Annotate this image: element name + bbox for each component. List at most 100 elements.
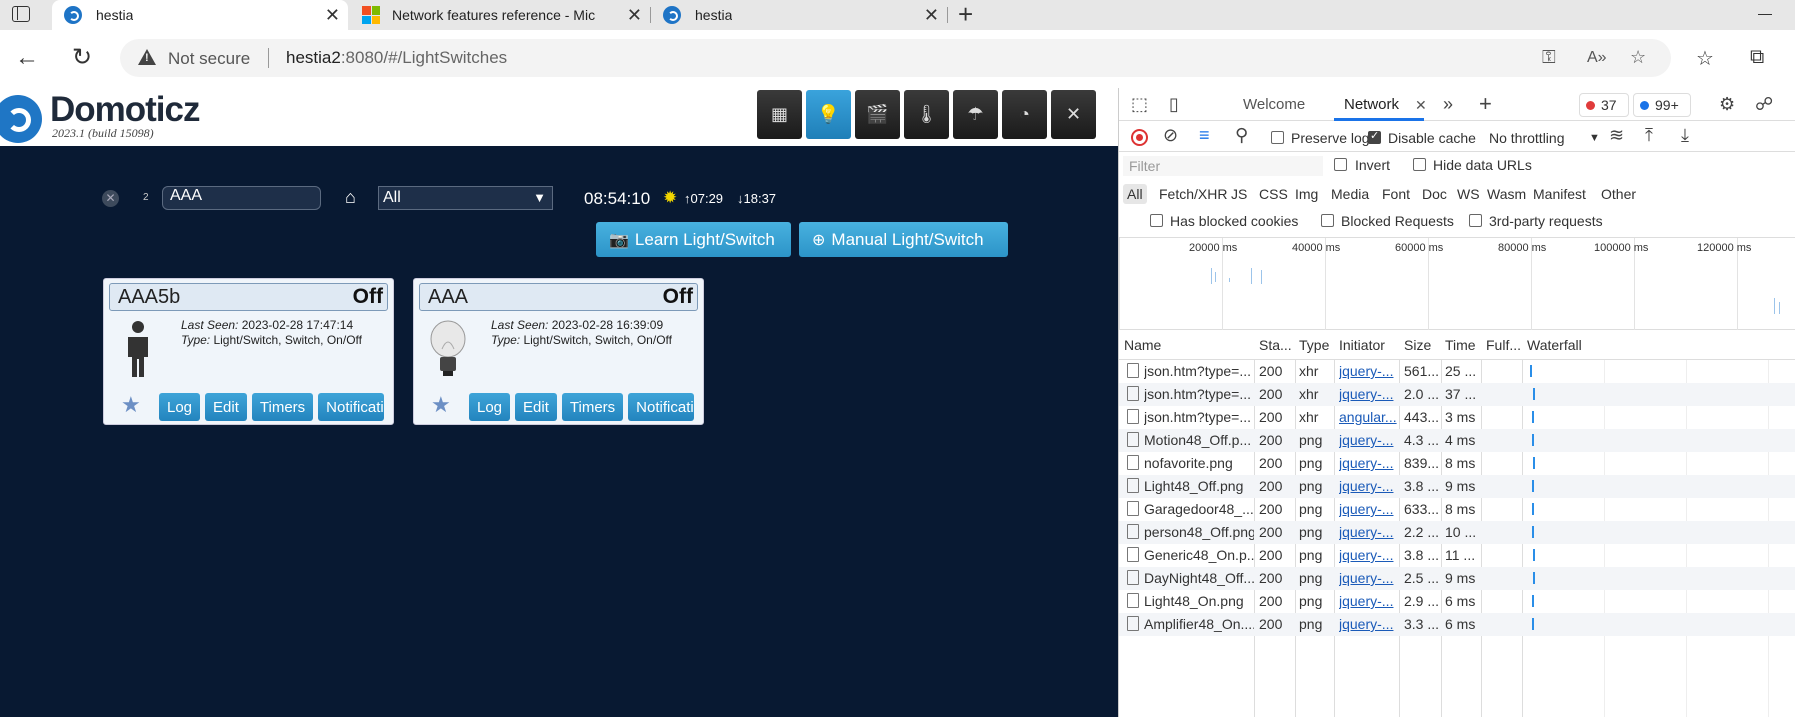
temperature-icon[interactable]: 🌡 (904, 90, 949, 139)
table-row[interactable]: DayNight48_Off.... 200 png jquery-... 2.5 ..… (1119, 567, 1795, 590)
security-indicator[interactable]: Not secure (168, 49, 250, 69)
type-filter-all[interactable]: All (1123, 184, 1147, 204)
close-icon[interactable]: ✕ (924, 5, 939, 25)
request-initiator[interactable]: jquery-... (1339, 570, 1397, 586)
disable-cache-checkbox[interactable] (1368, 129, 1381, 144)
utility-icon[interactable]: ◔ (1002, 90, 1047, 139)
notifications-button[interactable]: Notificati (318, 393, 385, 421)
filter-icon[interactable]: ≡ (1199, 125, 1210, 146)
preserve-log-checkbox[interactable] (1271, 131, 1284, 144)
col-fulfilled[interactable]: Fulf... (1486, 337, 1521, 353)
network-conditions-icon[interactable]: ≋ (1609, 125, 1624, 146)
request-initiator[interactable]: jquery-... (1339, 593, 1397, 609)
search-icon[interactable]: ⚲ (1235, 125, 1248, 146)
request-initiator[interactable]: jquery-... (1339, 524, 1397, 540)
manual-light-switch-button[interactable]: ⊕ Manual Light/Switch (799, 222, 1008, 257)
close-icon[interactable]: ✕ (1415, 97, 1427, 114)
type-filter-css[interactable]: CSS (1255, 184, 1292, 204)
type-filter-font[interactable]: Font (1378, 184, 1414, 204)
request-initiator[interactable]: jquery-... (1339, 432, 1397, 448)
more-tabs-icon[interactable]: » (1443, 94, 1453, 115)
table-row[interactable]: Garagedoor48_... 200 png jquery-... 633... 8 … (1119, 498, 1795, 521)
notifications-button[interactable]: Notificati (628, 393, 695, 421)
customize-icon[interactable]: ☍ (1755, 94, 1773, 115)
search-input[interactable]: AAA (162, 186, 321, 210)
type-filter-fetch-xhr[interactable]: Fetch/XHR (1155, 184, 1231, 204)
favorite-star-icon[interactable]: ★ (431, 392, 451, 418)
close-icon[interactable]: ✕ (627, 5, 642, 25)
type-filter-wasm[interactable]: Wasm (1483, 184, 1530, 204)
type-filter-doc[interactable]: Doc (1418, 184, 1451, 204)
table-row[interactable]: Light48_Off.png 200 png jquery-... 3.8 ... 9 … (1119, 475, 1795, 498)
weather-icon[interactable]: ☂ (953, 90, 998, 139)
blocked-requests-checkbox[interactable] (1321, 214, 1334, 227)
key-icon[interactable]: ⚿ (1542, 47, 1556, 68)
add-favorite-icon[interactable]: ☆ (1630, 47, 1646, 68)
filter-input[interactable]: Filter (1123, 156, 1323, 176)
tab-actions-icon[interactable] (12, 6, 30, 22)
warning-icon[interactable] (138, 49, 156, 65)
room-select[interactable]: All ▼ (378, 186, 553, 210)
request-initiator[interactable]: jquery-... (1339, 478, 1397, 494)
request-initiator[interactable]: jquery-... (1339, 547, 1397, 563)
log-button[interactable]: Log (159, 393, 201, 421)
table-row[interactable]: Amplifier48_On.... 200 png jquery-... 3.3 ..… (1119, 613, 1795, 636)
table-row[interactable]: nofavorite.png 200 png jquery-... 839... 8 ms (1119, 452, 1795, 475)
read-aloud-icon[interactable]: A» (1587, 49, 1607, 67)
new-tab-icon[interactable]: + (958, 1, 973, 27)
refresh-icon[interactable]: ↻ (67, 43, 97, 73)
favorites-icon[interactable]: ☆ (1696, 46, 1714, 71)
minimize-icon[interactable] (1758, 14, 1772, 15)
col-name[interactable]: Name (1124, 337, 1161, 353)
col-initiator[interactable]: Initiator (1339, 337, 1385, 353)
learn-light-switch-button[interactable]: 📷 Learn Light/Switch (596, 222, 791, 257)
clear-search-icon[interactable]: ✕ (102, 190, 119, 207)
back-icon[interactable]: ← (12, 43, 42, 73)
table-row[interactable]: Light48_On.png 200 png jquery-... 2.9 ... 6 m… (1119, 590, 1795, 613)
table-row[interactable]: Motion48_Off.p... 200 png jquery-... 4.3 ...… (1119, 429, 1795, 452)
network-overview[interactable]: 20000 ms 40000 ms 60000 ms 80000 ms 1000… (1119, 238, 1795, 330)
light-bulb-icon[interactable] (428, 319, 468, 379)
request-initiator[interactable]: jquery-... (1339, 616, 1397, 632)
settings-icon[interactable]: ⚙ (1719, 94, 1735, 115)
collections-icon[interactable]: ⧉ (1750, 46, 1764, 69)
col-size[interactable]: Size (1404, 337, 1431, 353)
col-status[interactable]: Sta... (1259, 337, 1292, 353)
export-icon[interactable]: ⤓ (1681, 125, 1689, 146)
app-brand[interactable]: Domoticz (50, 90, 200, 130)
request-initiator[interactable]: jquery-... (1339, 501, 1397, 517)
tab-hestia-2[interactable]: hestia ✕ (651, 0, 947, 30)
type-filter-js[interactable]: JS (1227, 184, 1251, 204)
throttling-select[interactable]: No throttling (1489, 130, 1564, 146)
info-count-badge[interactable]: 99+ (1633, 93, 1691, 117)
error-count-badge[interactable]: 37 (1579, 93, 1629, 117)
import-icon[interactable]: ⤒ (1645, 125, 1653, 146)
table-row[interactable]: Generic48_On.p... 200 png jquery-... 3.8 ...… (1119, 544, 1795, 567)
light-switches-icon[interactable]: 💡 (806, 90, 851, 139)
log-button[interactable]: Log (469, 393, 511, 421)
col-waterfall[interactable]: Waterfall (1527, 337, 1582, 353)
hide-data-urls-checkbox[interactable] (1413, 158, 1426, 171)
inspect-icon[interactable]: ⬚ (1131, 94, 1148, 115)
person-icon[interactable] (118, 319, 158, 379)
favorite-star-icon[interactable]: ★ (121, 392, 141, 418)
address-bar[interactable]: Not secure hestia2:8080/#/LightSwitches … (120, 39, 1671, 77)
third-party-checkbox[interactable] (1469, 214, 1482, 227)
tab-network-reference[interactable]: Network features reference - Mic ✕ (350, 0, 650, 30)
table-row[interactable]: person48_Off.png 200 png jquery-... 2.2 ... 1… (1119, 521, 1795, 544)
type-filter-manifest[interactable]: Manifest (1529, 184, 1590, 204)
record-icon[interactable] (1131, 129, 1148, 146)
request-initiator[interactable]: jquery-... (1339, 455, 1397, 471)
type-filter-other[interactable]: Other (1597, 184, 1640, 204)
chevron-down-icon[interactable]: ▼ (1589, 132, 1600, 144)
table-row[interactable]: json.htm?type=... 200 xhr jquery-... 2.0 ...… (1119, 383, 1795, 406)
domoticz-logo-icon[interactable] (0, 95, 42, 143)
type-filter-ws[interactable]: WS (1453, 184, 1484, 204)
invert-checkbox[interactable] (1334, 158, 1347, 171)
url-text[interactable]: hestia2:8080/#/LightSwitches (286, 48, 507, 68)
col-type[interactable]: Type (1299, 337, 1329, 353)
add-tab-icon[interactable]: + (1479, 91, 1492, 117)
scenes-icon[interactable]: 🎬 (855, 90, 900, 139)
col-time[interactable]: Time (1445, 337, 1476, 353)
clear-icon[interactable]: ⊘ (1163, 125, 1178, 146)
